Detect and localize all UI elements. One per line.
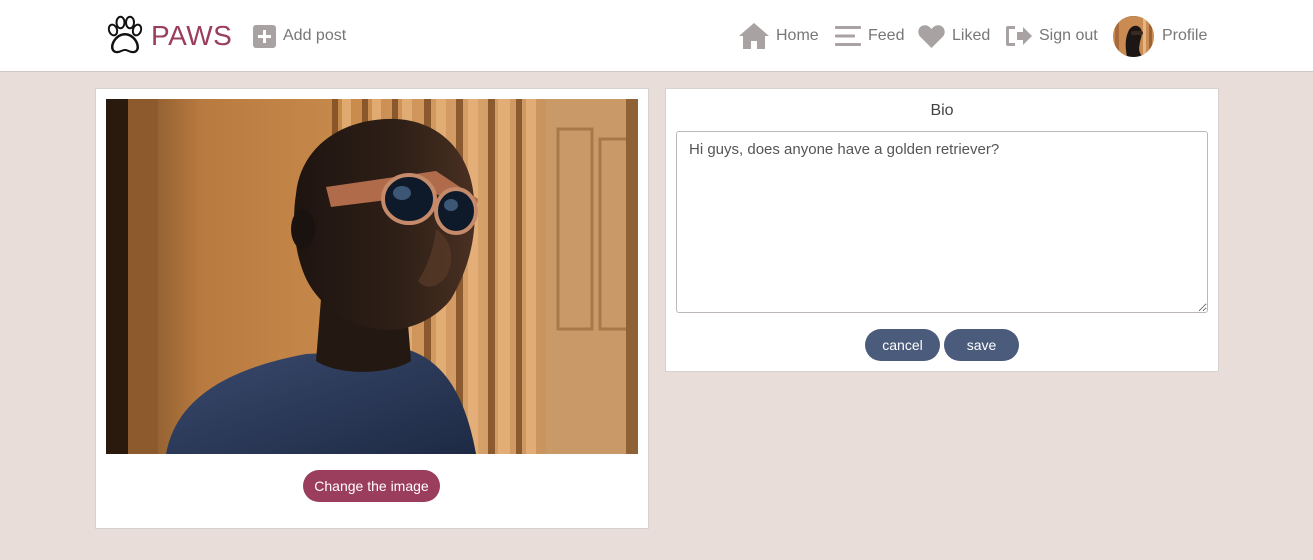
brand-logo-link[interactable]: PAWS — [104, 14, 232, 58]
bio-card: Bio Hi guys, does anyone have a golden r… — [665, 88, 1219, 372]
nav-feed-label: Feed — [868, 27, 905, 44]
paw-icon — [107, 15, 143, 54]
nav-home-label: Home — [776, 27, 819, 44]
nav-add-post[interactable]: Add post — [253, 16, 346, 56]
top-navbar: PAWS Add post Home Feed Liked Sign out P… — [0, 0, 1313, 72]
nav-profile[interactable]: Profile — [1113, 15, 1208, 57]
change-image-button[interactable]: Change the image — [303, 470, 440, 502]
menu-icon — [835, 26, 861, 46]
brand-name: PAWS — [151, 20, 233, 51]
nav-feed[interactable]: Feed — [835, 16, 904, 56]
profile-photo — [106, 99, 638, 454]
nav-profile-label: Profile — [1162, 27, 1208, 44]
save-button[interactable]: save — [944, 329, 1019, 361]
plus-square-icon — [253, 24, 276, 48]
heart-icon — [918, 24, 945, 48]
bio-textarea[interactable]: Hi guys, does anyone have a golden retri… — [676, 131, 1208, 313]
sign-out-icon — [1006, 26, 1032, 46]
avatar — [1113, 15, 1154, 57]
nav-home[interactable]: Home — [739, 16, 819, 56]
home-icon — [739, 23, 769, 49]
nav-add-post-label: Add post — [283, 27, 347, 44]
profile-image-card: Change the image — [95, 88, 649, 529]
nav-liked[interactable]: Liked — [918, 16, 990, 56]
nav-liked-label: Liked — [952, 27, 991, 44]
nav-sign-out-label: Sign out — [1039, 27, 1098, 44]
bio-title: Bio — [930, 102, 954, 119]
nav-sign-out[interactable]: Sign out — [1005, 16, 1098, 56]
cancel-button[interactable]: cancel — [865, 329, 940, 361]
